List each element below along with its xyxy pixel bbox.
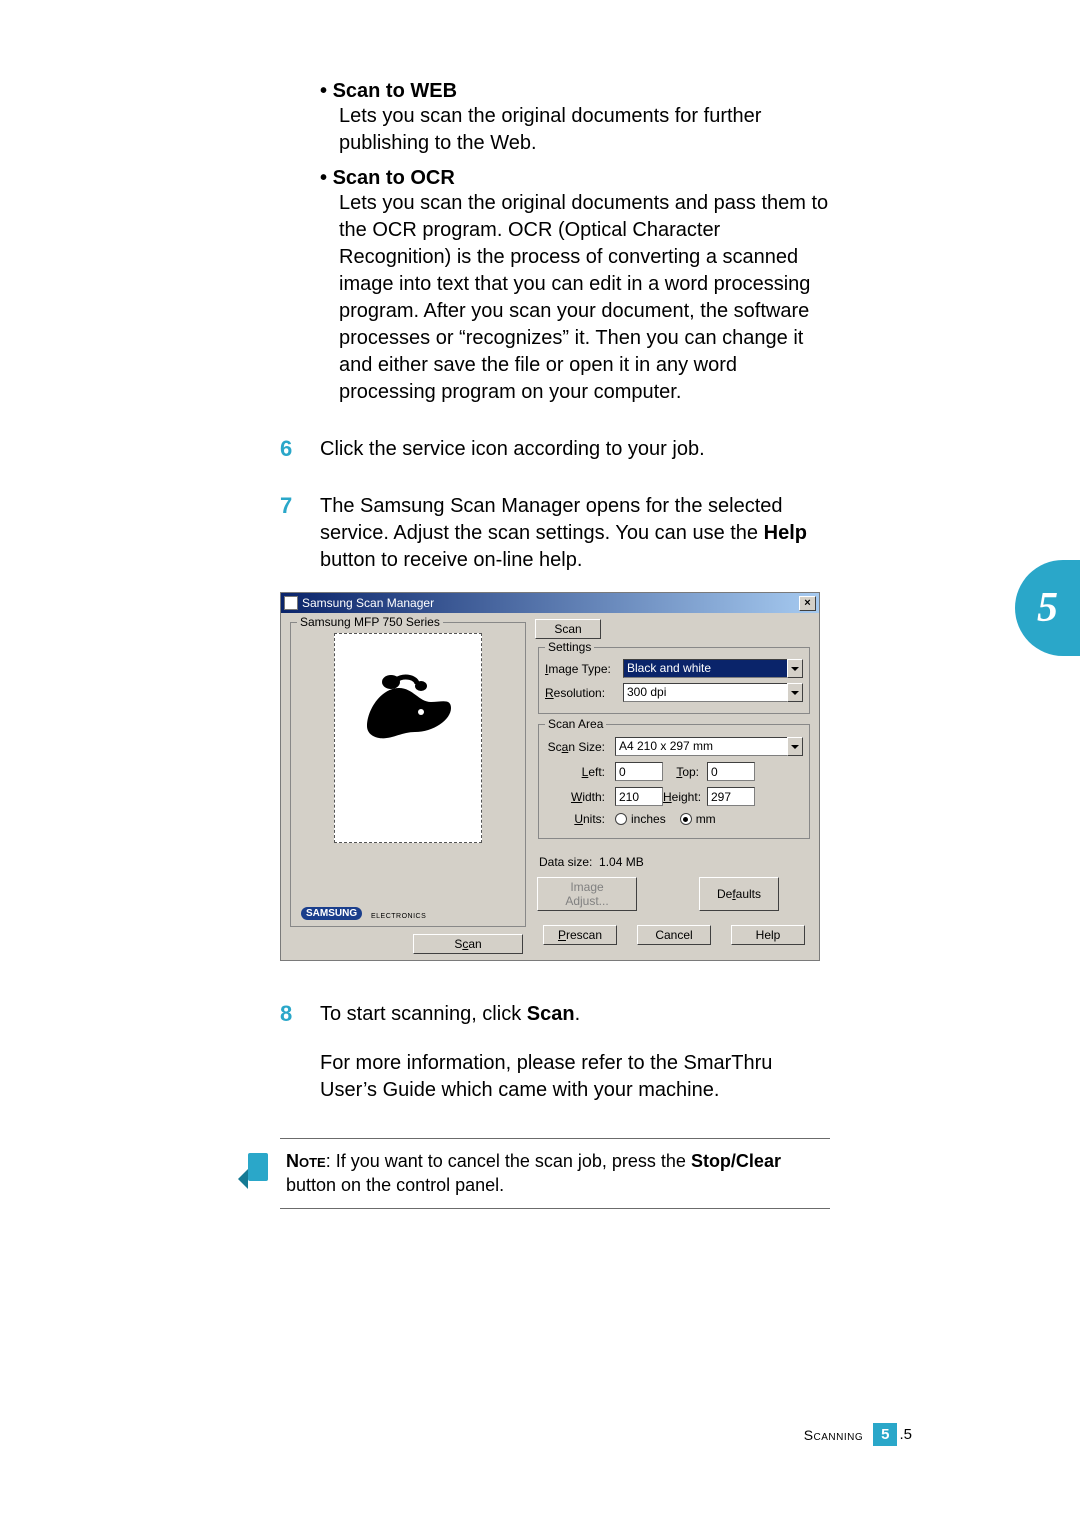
width-input[interactable] <box>615 787 663 806</box>
height-input[interactable] <box>707 787 755 806</box>
scan-size-value: A4 210 x 297 mm <box>615 737 787 756</box>
height-label: Height: <box>663 790 707 804</box>
samsung-logo-sub: ELECTRONICS <box>371 913 426 920</box>
chevron-down-icon[interactable] <box>787 659 803 678</box>
bullet-scan-web-body: Lets you scan the original documents for… <box>339 103 833 157</box>
resolution-label: Resolution: <box>545 686 623 700</box>
dialog-titlebar: Samsung Scan Manager × <box>281 593 819 613</box>
top-input[interactable] <box>707 762 755 781</box>
image-adjust-button[interactable]: Image Adjust... <box>537 877 637 911</box>
image-type-value: Black and white <box>623 659 787 678</box>
dialog-title: Samsung Scan Manager <box>302 596 434 610</box>
data-size-row: Data size: 1.04 MB <box>539 855 813 869</box>
step-7-number: 7 <box>280 493 320 574</box>
settings-legend: Settings <box>545 640 594 654</box>
scan-button-top[interactable]: Scan <box>535 619 601 639</box>
samsung-logo: SAMSUNG <box>301 907 362 920</box>
note-icon <box>234 1149 278 1198</box>
scan-button-left[interactable]: Scan <box>413 934 523 954</box>
width-label: Width: <box>545 790 615 804</box>
prescan-button[interactable]: Prescan <box>543 925 617 945</box>
help-button[interactable]: Help <box>731 925 805 945</box>
step-7-text: The Samsung Scan Manager opens for the s… <box>320 493 833 574</box>
defaults-button[interactable]: Defaults <box>699 877 779 911</box>
note-block: Note: If you want to cancel the scan job… <box>280 1138 830 1209</box>
top-label: Top: <box>663 765 707 779</box>
preview-sample-image <box>361 668 457 744</box>
resolution-value: 300 dpi <box>623 683 787 702</box>
app-icon <box>284 596 298 610</box>
bullet-scan-web-title: Scan to WEB <box>320 80 833 103</box>
units-mm-radio[interactable]: mm <box>680 812 716 826</box>
device-fieldset-legend: Samsung MFP 750 Series <box>297 615 443 629</box>
footer-section: Scanning <box>804 1427 863 1443</box>
scan-area-legend: Scan Area <box>545 717 606 731</box>
chevron-down-icon[interactable] <box>787 683 803 702</box>
step-6-number: 6 <box>280 436 320 463</box>
preview-area[interactable] <box>334 633 482 843</box>
step-6-text: Click the service icon according to your… <box>320 436 705 463</box>
step-8-text: To start scanning, click Scan. <box>320 1001 580 1028</box>
note-label: Note <box>286 1151 326 1171</box>
page-footer: Scanning 5.5 <box>804 1423 912 1446</box>
bullet-scan-ocr-body: Lets you scan the original documents and… <box>339 190 833 406</box>
resolution-dropdown[interactable]: 300 dpi <box>623 683 803 702</box>
units-label: Units: <box>545 812 615 826</box>
footer-page: .5 <box>899 1426 912 1443</box>
footer-chapter: 5 <box>873 1423 897 1446</box>
close-icon[interactable]: × <box>799 596 816 611</box>
scan-manager-dialog: Samsung Scan Manager × Samsung MFP 750 S… <box>280 592 820 961</box>
bullet-scan-ocr-title: Scan to OCR <box>320 167 833 190</box>
units-inches-radio[interactable]: inches <box>615 812 666 826</box>
left-input[interactable] <box>615 762 663 781</box>
cancel-button[interactable]: Cancel <box>637 925 711 945</box>
image-type-dropdown[interactable]: Black and white <box>623 659 803 678</box>
step-8-number: 8 <box>280 1001 320 1028</box>
device-fieldset: Samsung MFP 750 Series SAMSUNG ELECTRONI… <box>290 622 526 927</box>
left-label: Left: <box>545 765 615 779</box>
chapter-side-tab: 5 <box>1015 560 1080 656</box>
image-type-label: Image Type: <box>545 662 623 676</box>
scan-size-dropdown[interactable]: A4 210 x 297 mm <box>615 737 803 756</box>
scan-size-label: Scan Size: <box>545 740 615 754</box>
chevron-down-icon[interactable] <box>787 737 803 756</box>
step-8-paragraph: For more information, please refer to th… <box>320 1050 833 1104</box>
